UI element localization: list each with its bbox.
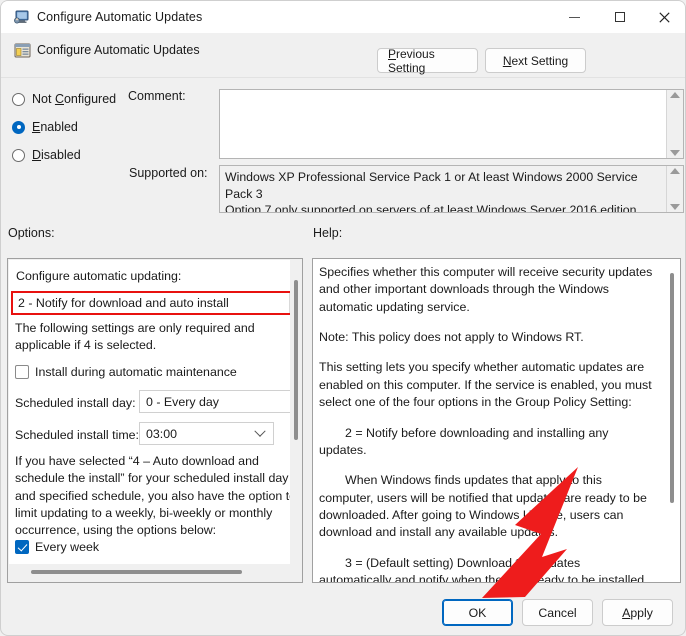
radio-enabled-label: Enabled — [32, 120, 78, 134]
minimize-button[interactable] — [552, 1, 597, 33]
supported-on-scrollbar[interactable] — [666, 166, 683, 212]
install-during-maintenance-checkbox[interactable]: Install during automatic maintenance — [15, 365, 237, 379]
radio-disabled[interactable]: Disabled — [12, 148, 81, 162]
triangle-up-icon[interactable] — [670, 168, 680, 174]
configure-automatic-updates-dialog: Configure Automatic Updates Configure Au… — [0, 0, 686, 636]
scheduled-install-time-value: 03:00 — [146, 426, 178, 441]
ok-button[interactable]: OK — [442, 599, 513, 626]
radio-disabled-dot — [12, 148, 25, 162]
supported-on-label: Supported on: — [129, 166, 208, 180]
radio-enabled-dot — [12, 120, 25, 134]
configure-updating-value: 2 - Notify for download and auto install — [18, 296, 229, 310]
help-panel[interactable]: Specifies whether this computer will rec… — [312, 258, 681, 583]
configure-updating-dropdown[interactable]: 2 - Notify for download and auto install — [12, 292, 290, 314]
scheduled-install-day-label: Scheduled install day: — [15, 396, 136, 410]
help-paragraph: 3 = (Default setting) Download the updat… — [319, 555, 645, 583]
every-week-checkbox[interactable]: Every week — [15, 540, 99, 554]
options-note-1: The following settings are only required… — [15, 321, 255, 353]
options-panel: Configure automatic updating: 2 - Notify… — [7, 258, 303, 583]
options-note-2: If you have selected “4 – Auto download … — [15, 454, 292, 538]
help-scrollbar-thumb[interactable] — [670, 273, 674, 503]
policy-monitor-icon — [13, 9, 29, 25]
scheduled-install-day-dropdown[interactable]: 0 - Every day — [139, 390, 292, 413]
help-paragraph: 2 = Notify before downloading and instal… — [319, 425, 609, 457]
comment-label: Comment: — [128, 89, 186, 103]
options-horizontal-scrollbar[interactable] — [9, 564, 292, 581]
window-title: Configure Automatic Updates — [37, 10, 203, 24]
radio-not-configured[interactable]: Not Configured — [12, 92, 116, 106]
supported-on-line2: Option 7 only supported on servers of at… — [225, 203, 637, 212]
maximize-button[interactable] — [597, 1, 642, 33]
cancel-button[interactable]: Cancel — [522, 599, 593, 626]
supported-on-text: Windows XP Professional Service Pack 1 o… — [220, 166, 666, 212]
next-setting-label: ext Setting — [511, 53, 569, 68]
scheduled-install-time-label: Scheduled install time: — [15, 428, 139, 442]
help-paragraph: This setting lets you specify whether au… — [319, 360, 652, 410]
scheduled-install-time-dropdown[interactable]: 03:00 — [139, 422, 274, 445]
every-week-label: Every week — [35, 540, 100, 554]
triangle-down-icon[interactable] — [670, 150, 680, 156]
title-bar: Configure Automatic Updates — [1, 1, 685, 33]
help-paragraph: Note: This policy does not apply to Wind… — [319, 330, 584, 345]
radio-not-configured-dot — [12, 92, 25, 106]
ok-button-label: OK — [468, 605, 487, 620]
help-paragraph: Specifies whether this computer will rec… — [319, 265, 653, 314]
previous-setting-button[interactable]: Previous Setting — [377, 46, 478, 75]
options-content: Configure automatic updating: 2 - Notify… — [9, 260, 292, 565]
checkbox-box — [15, 365, 29, 379]
close-icon — [659, 11, 670, 23]
help-text: Specifies whether this computer will rec… — [313, 259, 661, 583]
cancel-button-label: Cancel — [538, 605, 577, 620]
scheduled-install-day-value: 0 - Every day — [146, 394, 219, 409]
close-button[interactable] — [642, 1, 685, 33]
comment-scrollbar[interactable] — [666, 90, 683, 158]
scrollbar-thumb[interactable] — [294, 280, 298, 440]
supported-on-line1: Windows XP Professional Service Pack 1 o… — [225, 170, 638, 201]
checkbox-box — [15, 540, 29, 554]
apply-button[interactable]: Apply — [602, 599, 673, 626]
triangle-up-icon[interactable] — [670, 92, 680, 98]
previous-setting-accel: P — [388, 46, 397, 61]
policy-setting-icon — [14, 42, 31, 59]
options-section-label: Options: — [8, 226, 55, 240]
next-setting-button[interactable]: Next Setting — [485, 48, 586, 73]
chevron-down-icon — [254, 425, 266, 437]
comment-input[interactable] — [219, 89, 684, 159]
header-policy-title: Configure Automatic Updates — [37, 43, 200, 57]
apply-button-label: pply — [630, 605, 653, 620]
help-paragraph: When Windows finds updates that apply to… — [319, 473, 647, 540]
help-section-label: Help: — [313, 226, 343, 240]
radio-disabled-label: Disabled — [32, 148, 81, 162]
options-vertical-scrollbar[interactable] — [290, 260, 301, 565]
supported-on-box: Windows XP Professional Service Pack 1 o… — [219, 165, 684, 213]
configure-updating-label: Configure automatic updating: — [16, 269, 182, 283]
radio-not-configured-label: Not Configured — [32, 92, 117, 106]
window-controls — [552, 1, 685, 33]
comment-text[interactable] — [220, 90, 666, 158]
triangle-down-icon[interactable] — [670, 204, 680, 210]
radio-enabled[interactable]: Enabled — [12, 120, 78, 134]
scrollbar-thumb[interactable] — [31, 570, 242, 574]
install-during-maintenance-label: Install during automatic maintenance — [35, 365, 237, 379]
